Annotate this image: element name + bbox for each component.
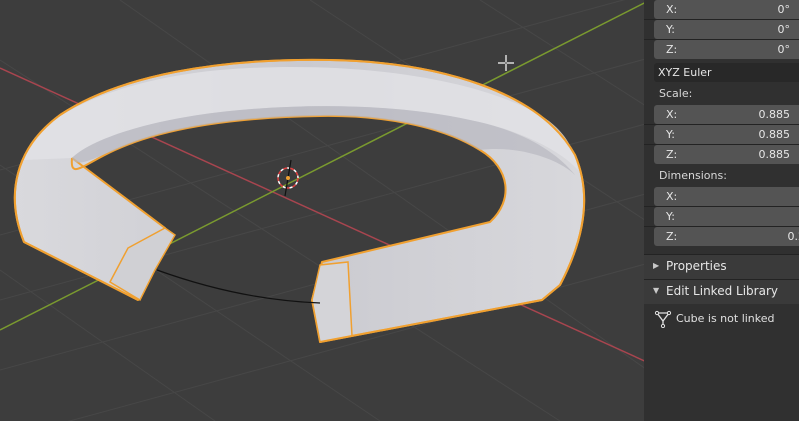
dimensions-heading: Dimensions: — [659, 169, 727, 182]
rotation-z-value: 0° — [777, 43, 791, 56]
rotation-z-label: Z: — [666, 43, 678, 56]
linked-status-row: Cube is not linked — [644, 305, 799, 333]
dimension-x-label: X: — [666, 190, 678, 203]
linked-library-icon — [654, 310, 672, 328]
dimension-z-value: 0.26 — [787, 230, 799, 243]
scale-x-label: X: — [666, 108, 678, 121]
gap-arc — [156, 269, 321, 304]
ring-mesh[interactable] — [13, 58, 586, 343]
rotation-y-label: Y: — [666, 23, 675, 36]
dimension-y-field[interactable]: Y: 2 — [654, 207, 799, 226]
edit-linked-library-label: Edit Linked Library — [666, 284, 778, 298]
scale-y-label: Y: — [666, 128, 675, 141]
properties-panel-label: Properties — [666, 259, 727, 273]
dimension-z-label: Z: — [666, 230, 678, 243]
scale-z-value: 0.885 — [758, 148, 791, 161]
triangle-right-icon: ▶ — [653, 261, 660, 270]
scale-x-value: 0.885 — [758, 108, 791, 121]
dimension-y-label: Y: — [666, 210, 675, 223]
scale-y-field[interactable]: Y: 0.885 — [654, 125, 799, 144]
rotation-z-field[interactable]: Z: 0° — [654, 40, 799, 59]
triangle-down-icon: ▼ — [653, 286, 660, 295]
rotation-x-label: X: — [666, 3, 678, 16]
rotation-mode-select[interactable]: XYZ Euler — [654, 63, 799, 82]
rotation-y-field[interactable]: Y: 0° — [654, 20, 799, 39]
edit-linked-library-panel-header[interactable]: ▼ Edit Linked Library — [644, 280, 799, 304]
properties-panel-header[interactable]: ▶ Properties — [644, 255, 799, 279]
scale-heading: Scale: — [659, 87, 693, 100]
scale-z-field[interactable]: Z: 0.885 — [654, 145, 799, 164]
dimension-x-field[interactable]: X: 2 — [654, 187, 799, 206]
scale-x-field[interactable]: X: 0.885 — [654, 105, 799, 124]
linked-status-text: Cube is not linked — [676, 312, 775, 325]
rotation-x-value: 0° — [777, 3, 791, 16]
scale-z-label: Z: — [666, 148, 678, 161]
dimension-z-field[interactable]: Z: 0.26 — [654, 227, 799, 246]
rotation-y-value: 0° — [777, 23, 791, 36]
transform-sidebar: X: 0° Y: 0° Z: 0° XYZ Euler Scale: X: 0.… — [644, 0, 799, 421]
3d-cursor-icon — [277, 159, 299, 197]
rotation-x-field[interactable]: X: 0° — [654, 0, 799, 19]
scale-y-value: 0.885 — [758, 128, 791, 141]
crosshair-cursor-icon — [498, 55, 514, 71]
rotation-mode-label: XYZ Euler — [658, 66, 712, 79]
